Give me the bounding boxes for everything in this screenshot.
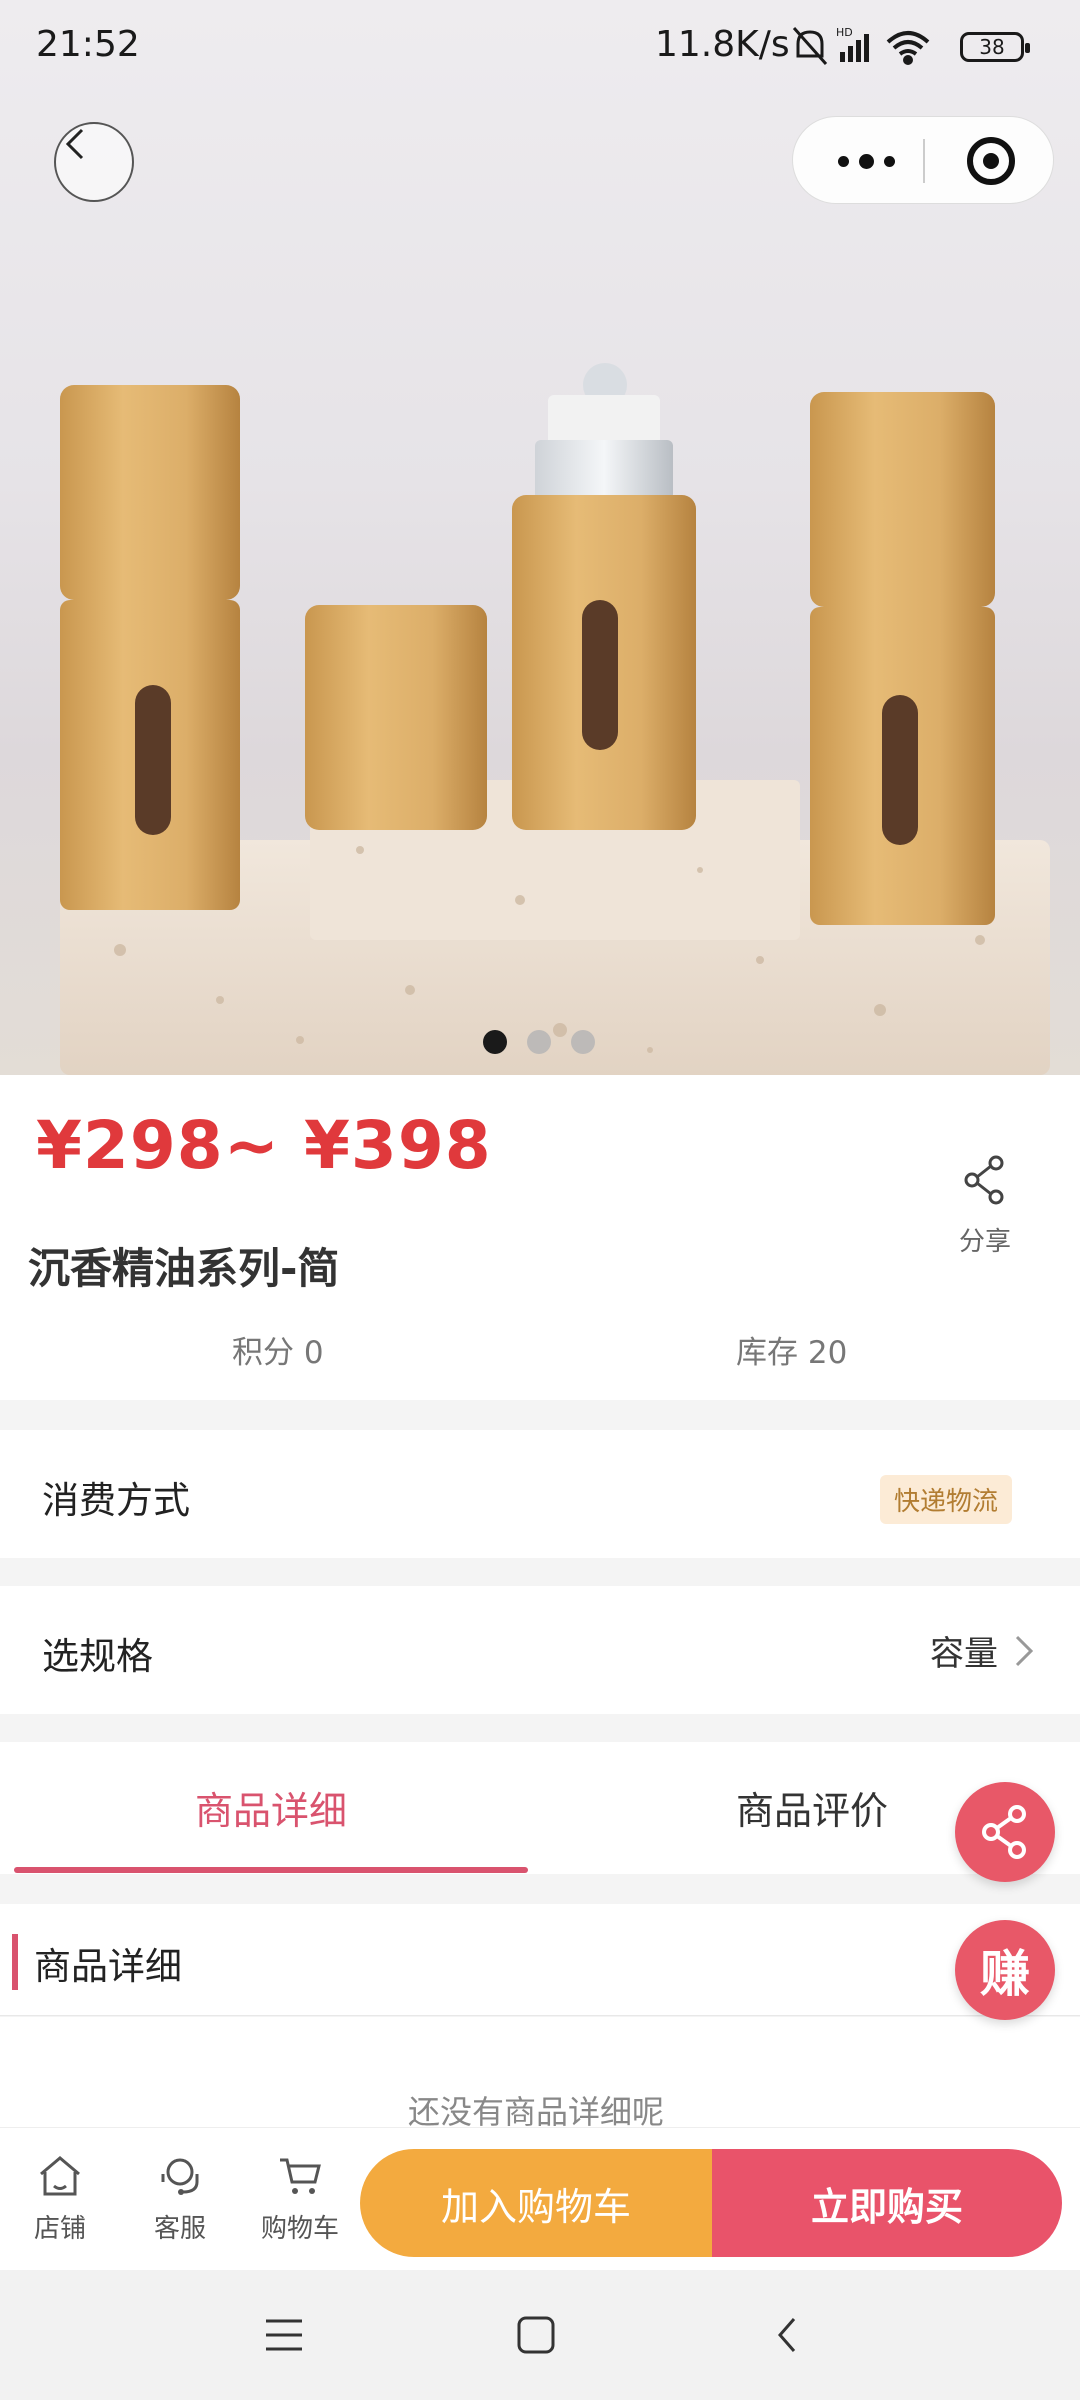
detail-tabs: 商品详细 商品评价: [0, 1742, 1080, 1874]
cart-icon: [280, 2158, 321, 2194]
share-button[interactable]: 分享: [950, 1155, 1020, 1258]
more-dots-icon[interactable]: [821, 117, 911, 205]
capsule-divider: [923, 139, 925, 183]
nav-store-label: 店铺: [33, 2214, 86, 2244]
product-page: 21:52 11.8K/s HD 38 ¥298~ ¥398 分享 沉香精油系列…: [0, 0, 1080, 2400]
nav-cart[interactable]: 购物车: [255, 2154, 345, 2245]
customer-service-icon: [161, 2158, 199, 2195]
svg-text:HD: HD: [836, 26, 853, 39]
share-label: 分享: [958, 1227, 1011, 1257]
bell-muted-icon: [792, 27, 828, 65]
bottom-action-bar: 店铺 客服 购物车 加入购物车 立即购买: [0, 2127, 1080, 2270]
status-time: 21:52: [36, 24, 140, 65]
chevron-left-icon: [65, 128, 84, 160]
target-circle-icon[interactable]: [967, 137, 1015, 185]
battery-indicator: 38: [960, 32, 1030, 62]
menu-icon[interactable]: [262, 2315, 306, 2355]
product-image-carousel[interactable]: 21:52 11.8K/s HD 38: [0, 0, 1080, 1075]
store-icon: [40, 2156, 80, 2196]
floating-share-button[interactable]: [955, 1782, 1055, 1882]
empty-detail: 还没有商品详细呢: [0, 2017, 1080, 2131]
add-to-cart-button[interactable]: 加入购物车: [360, 2149, 712, 2257]
spec-label: 选规格: [42, 1635, 153, 1678]
carousel-dot-active[interactable]: [483, 1030, 507, 1054]
buy-now-button[interactable]: 立即购买: [712, 2149, 1062, 2257]
share-icon: [964, 1155, 1004, 1205]
network-speed: 11.8K/s: [655, 24, 790, 65]
share-icon: [982, 1805, 1026, 1859]
section-title: 商品详细: [34, 1945, 182, 1988]
home-icon[interactable]: [516, 2315, 556, 2355]
floating-earn-button[interactable]: 赚: [955, 1920, 1055, 2020]
tab-active-indicator: [14, 1867, 528, 1873]
product-info: ¥298~ ¥398 分享 沉香精油系列-简 积分 0 库存 20: [0, 1075, 1080, 1400]
miniprogram-capsule: [792, 116, 1054, 204]
delivery-tag: 快递物流: [879, 1475, 1012, 1524]
stock-value: 库存 20: [736, 1335, 848, 1371]
tab-product-detail[interactable]: 商品详细: [195, 1780, 347, 1835]
chevron-right-icon: [1015, 1635, 1034, 1666]
back-button[interactable]: [54, 122, 134, 202]
wifi-icon: [886, 31, 930, 65]
back-nav-icon[interactable]: [772, 2315, 802, 2355]
consumption-method-row: 消费方式 快递物流: [0, 1430, 1080, 1558]
tab-product-reviews[interactable]: 商品评价: [736, 1780, 888, 1835]
product-title: 沉香精油系列-简: [28, 1244, 340, 1293]
points-value: 积分 0: [232, 1335, 324, 1371]
carousel-dot[interactable]: [527, 1030, 551, 1054]
consumption-label: 消费方式: [42, 1479, 190, 1522]
nav-customer-service-label: 客服: [153, 2214, 206, 2244]
carousel-indicator: [483, 1030, 595, 1054]
status-bar: 21:52 11.8K/s HD 38: [0, 0, 1080, 96]
spec-value: 容量: [930, 1634, 998, 1674]
carousel-dot[interactable]: [571, 1030, 595, 1054]
detail-section-header: 商品详细: [0, 1904, 1080, 2016]
nav-cart-label: 购物车: [260, 2214, 339, 2244]
select-spec-row[interactable]: 选规格 容量: [0, 1586, 1080, 1714]
section-accent-bar: [12, 1934, 18, 1990]
price-range: ¥298~ ¥398: [36, 1107, 492, 1184]
spec-value-wrap: 容量: [930, 1626, 1036, 1675]
hd-signal-icon: HD: [836, 26, 869, 62]
nav-customer-service[interactable]: 客服: [135, 2154, 225, 2245]
nav-store[interactable]: 店铺: [15, 2154, 105, 2245]
system-navigation-bar: [0, 2270, 1080, 2400]
